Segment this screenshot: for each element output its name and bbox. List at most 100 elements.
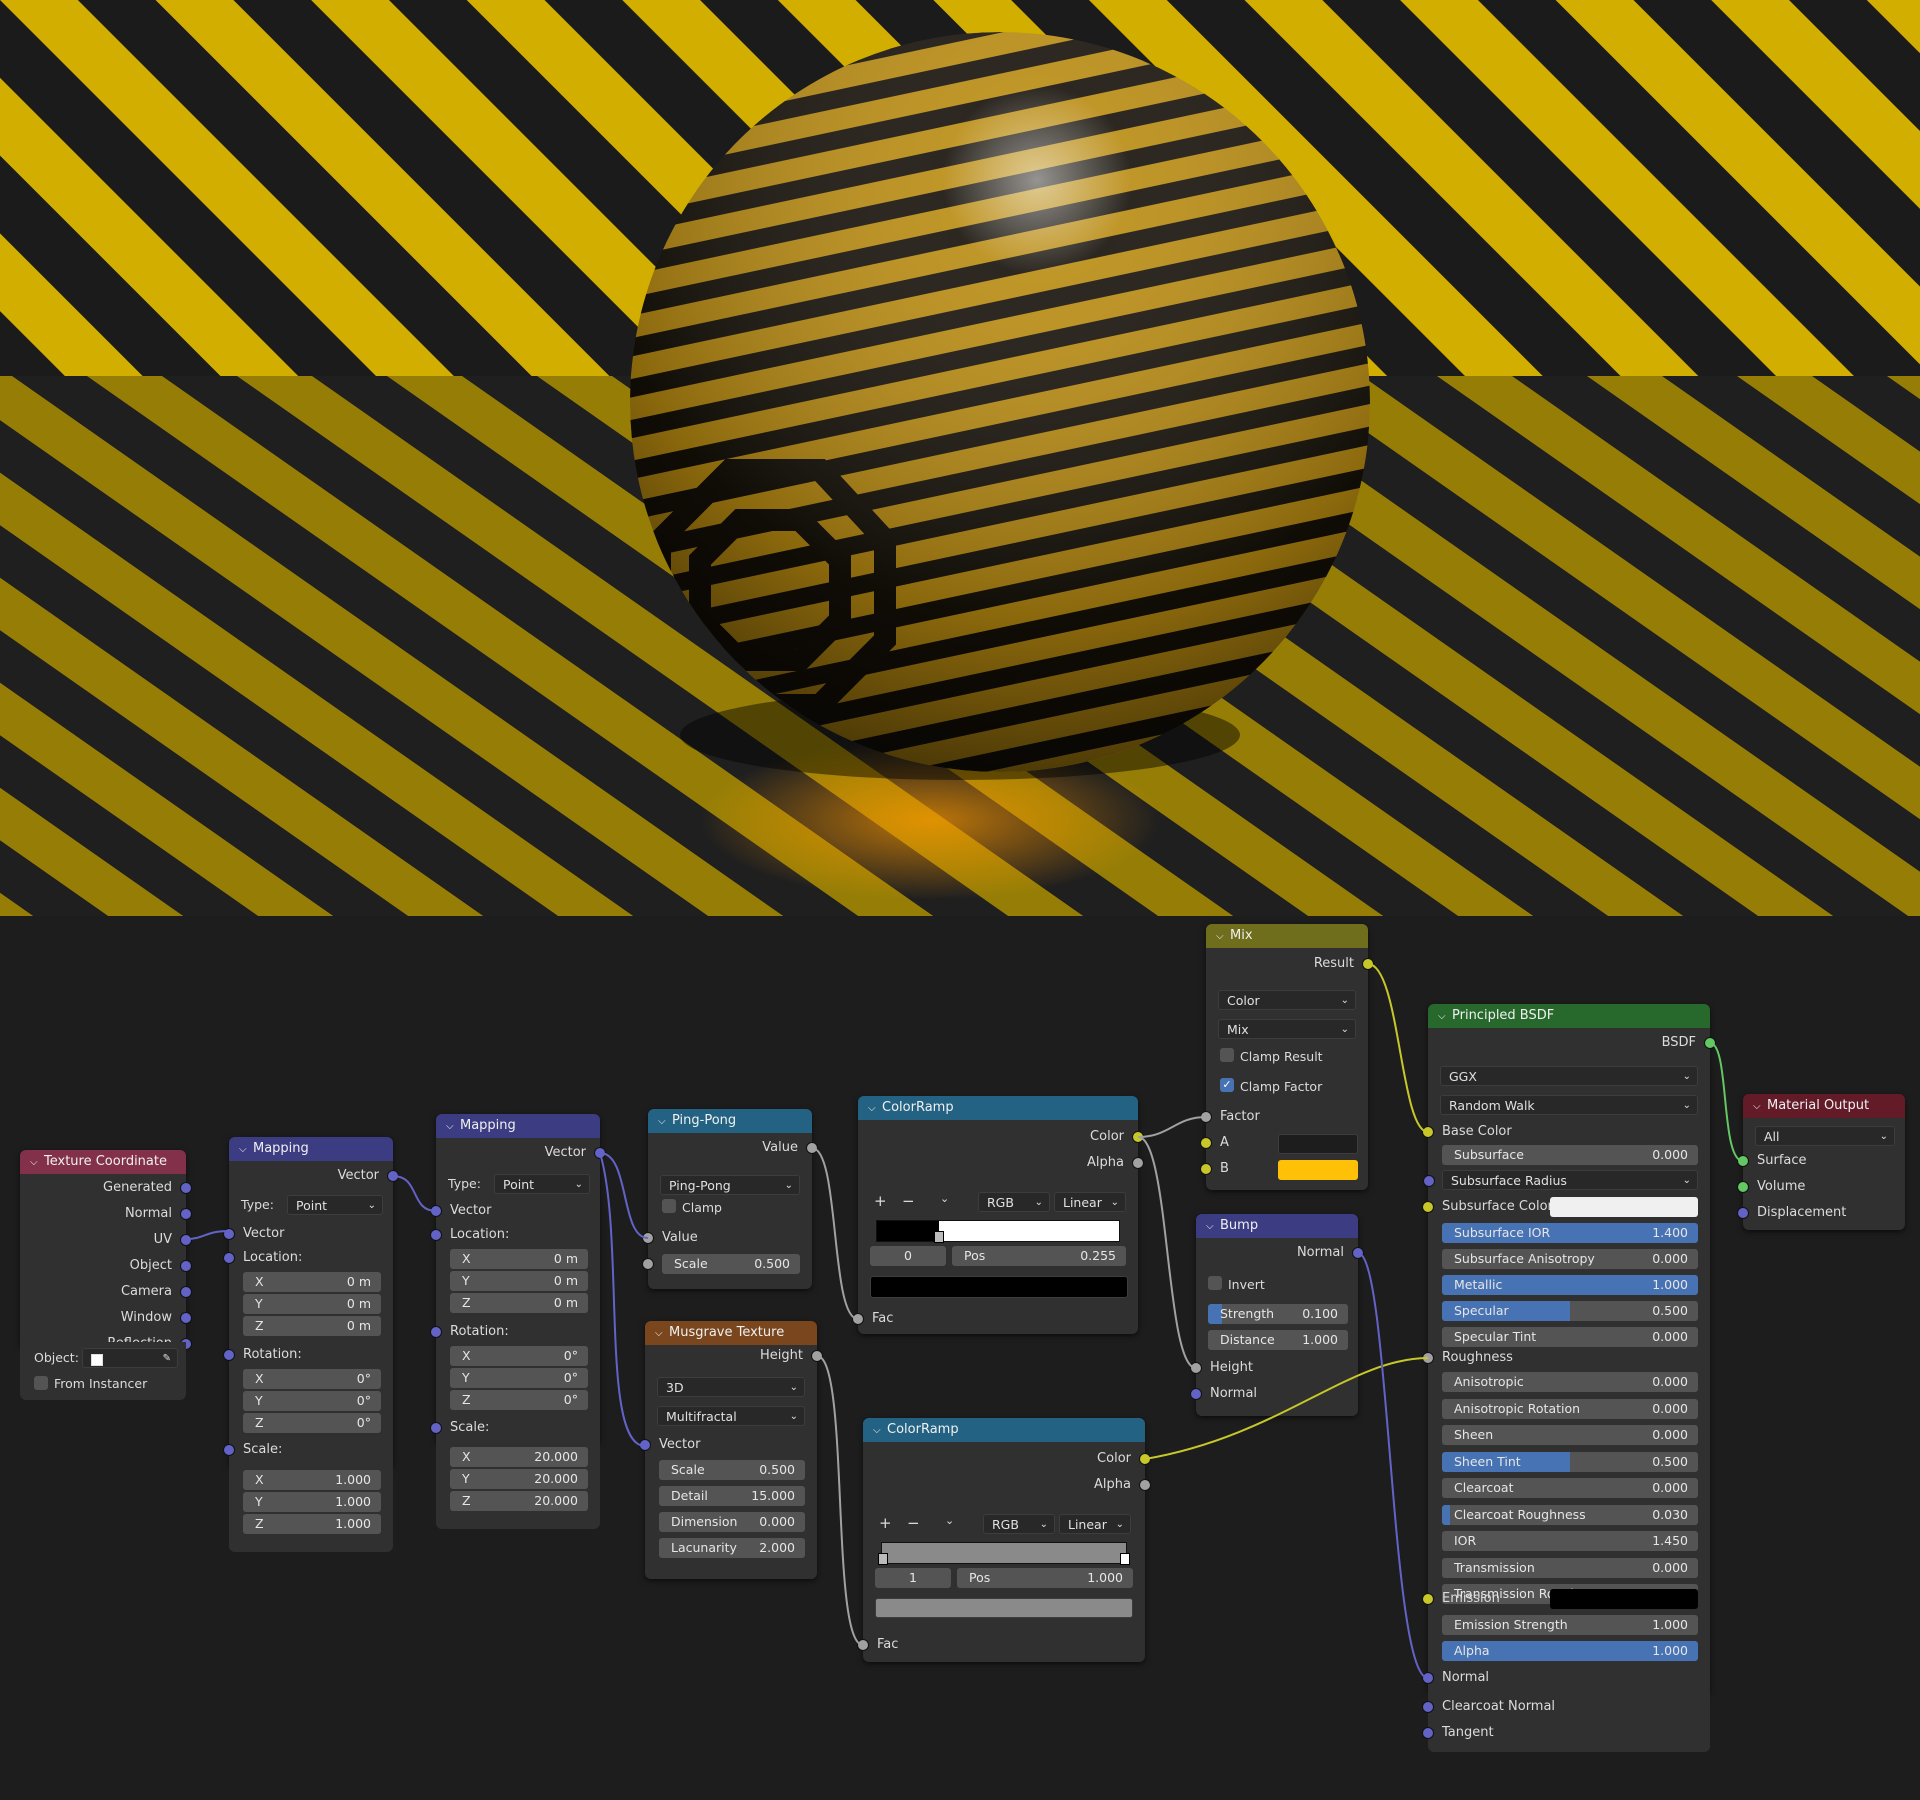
color-mode-dropdown[interactable]: RGB ⌄ bbox=[983, 1514, 1055, 1534]
socket-normal[interactable]: Normal bbox=[20, 1203, 192, 1225]
metallic-field[interactable]: Metallic 1.000 bbox=[1442, 1275, 1698, 1295]
socket-bsdf-out[interactable]: BSDF bbox=[1428, 1032, 1716, 1054]
socket-dot[interactable] bbox=[1362, 958, 1374, 970]
node-header[interactable]: ⌵ Material Output bbox=[1743, 1094, 1905, 1118]
socket-color-out[interactable]: Color bbox=[863, 1448, 1151, 1470]
alpha-field[interactable]: Alpha 1.000 bbox=[1442, 1641, 1698, 1661]
node-header[interactable]: ⌵ ColorRamp bbox=[858, 1096, 1138, 1120]
socket-dot[interactable] bbox=[430, 1326, 442, 1338]
sheen-field[interactable]: Sheen 0.000 bbox=[1442, 1425, 1698, 1445]
socket-dot[interactable] bbox=[180, 1312, 192, 1324]
socket-dot[interactable] bbox=[642, 1232, 654, 1244]
node-colorramp-1[interactable]: ⌵ ColorRamp Color Alpha + − ⌄ RGB ⌄ Linear… bbox=[852, 1096, 1144, 1334]
socket-dot[interactable] bbox=[1200, 1137, 1212, 1149]
collapse-icon[interactable]: ⌵ bbox=[446, 1115, 460, 1138]
socket-volume[interactable]: Volume bbox=[1737, 1176, 1905, 1198]
node-header[interactable]: ⌵ Texture Coordinate bbox=[20, 1150, 186, 1174]
socket-dot[interactable] bbox=[223, 1444, 235, 1456]
socket-dot[interactable] bbox=[1352, 1247, 1364, 1259]
ramp-menu-icon[interactable]: ⌄ bbox=[940, 1192, 949, 1205]
interpolation-dropdown[interactable]: Linear ⌄ bbox=[1054, 1192, 1126, 1212]
socket-dot[interactable] bbox=[1422, 1672, 1434, 1684]
collapse-icon[interactable]: ⌵ bbox=[658, 1110, 672, 1133]
color-a-swatch[interactable] bbox=[1278, 1134, 1358, 1154]
socket-vector-in[interactable]: Vector bbox=[223, 1223, 393, 1245]
subsurface-anisotropy-field[interactable]: Subsurface Anisotropy 0.000 bbox=[1442, 1249, 1698, 1269]
distribution-dropdown[interactable]: GGX ⌄ bbox=[1440, 1066, 1698, 1086]
specular-field[interactable]: Specular 0.500 bbox=[1442, 1301, 1698, 1321]
node-colorramp-2[interactable]: ⌵ ColorRamp Color Alpha + − ⌄ RGB ⌄ Linear… bbox=[857, 1418, 1151, 1662]
socket-dot[interactable] bbox=[1737, 1207, 1749, 1219]
socket-color-out[interactable]: Color bbox=[858, 1126, 1144, 1148]
scale-z[interactable]: Z 20.000 bbox=[450, 1491, 588, 1511]
dimension-field[interactable]: Dimension 0.000 bbox=[659, 1512, 805, 1532]
specular-tint-field[interactable]: Specular Tint 0.000 bbox=[1442, 1327, 1698, 1347]
socket-dot[interactable] bbox=[180, 1286, 192, 1298]
socket-dot[interactable] bbox=[180, 1260, 192, 1272]
socket-dot[interactable] bbox=[1139, 1479, 1151, 1491]
node-musgrave-texture[interactable]: ⌵ Musgrave Texture Height 3D ⌄ Multifracta… bbox=[639, 1321, 823, 1579]
clearcoat-roughness-field[interactable]: Clearcoat Roughness 0.030 bbox=[1442, 1504, 1698, 1525]
transmission-field[interactable]: Transmission 0.000 bbox=[1442, 1557, 1698, 1578]
emission-strength-field[interactable]: Emission Strength 1.000 bbox=[1442, 1615, 1698, 1635]
rotation-z[interactable]: Z 0° bbox=[243, 1413, 381, 1433]
type-dropdown[interactable]: Point ⌄ bbox=[494, 1174, 590, 1194]
node-header[interactable]: ⌵ ColorRamp bbox=[863, 1418, 1145, 1442]
remove-stop-button[interactable]: − bbox=[907, 1514, 920, 1532]
remove-stop-button[interactable]: − bbox=[902, 1192, 915, 1210]
rotation-z[interactable]: Z 0° bbox=[450, 1390, 588, 1410]
stop-color-swatch[interactable] bbox=[875, 1598, 1133, 1618]
socket-dot[interactable] bbox=[223, 1349, 235, 1361]
socket-normal[interactable]: Normal bbox=[1422, 1667, 1710, 1689]
socket-dot[interactable] bbox=[639, 1439, 651, 1451]
socket-normal-out[interactable]: Normal bbox=[1196, 1242, 1364, 1264]
socket-base-color[interactable]: Base Color bbox=[1422, 1121, 1710, 1143]
socket-height-out[interactable]: Height bbox=[645, 1345, 823, 1367]
socket-dot[interactable] bbox=[1422, 1727, 1434, 1739]
socket-dot[interactable] bbox=[180, 1234, 192, 1246]
add-stop-button[interactable]: + bbox=[874, 1192, 887, 1210]
socket-dot[interactable] bbox=[1139, 1453, 1151, 1465]
socket-roughness[interactable]: Roughness bbox=[1422, 1347, 1710, 1369]
socket-dot[interactable] bbox=[1422, 1201, 1434, 1213]
socket-dot[interactable] bbox=[180, 1182, 192, 1194]
collapse-icon[interactable]: ⌵ bbox=[1753, 1095, 1767, 1118]
socket-location[interactable]: Location: bbox=[430, 1224, 600, 1246]
socket-dot[interactable] bbox=[1200, 1111, 1212, 1123]
clearcoat-field[interactable]: Clearcoat 0.000 bbox=[1442, 1478, 1698, 1498]
socket-factor-in[interactable]: Factor bbox=[1200, 1106, 1368, 1128]
socket-surface[interactable]: Surface bbox=[1737, 1150, 1905, 1172]
stop-index-field[interactable]: 1 bbox=[875, 1568, 951, 1588]
scale-z[interactable]: Z 1.000 bbox=[243, 1514, 381, 1534]
socket-dot[interactable] bbox=[387, 1170, 399, 1182]
operation-dropdown[interactable]: Ping-Pong ⌄ bbox=[660, 1175, 800, 1195]
socket-dot[interactable] bbox=[857, 1639, 869, 1651]
collapse-icon[interactable]: ⌵ bbox=[868, 1097, 882, 1120]
socket-dot[interactable] bbox=[1422, 1352, 1434, 1364]
node-mapping-2[interactable]: ⌵ Mapping Vector Type: Point ⌄ Vector Loca… bbox=[430, 1114, 606, 1444]
color-ramp-gradient[interactable] bbox=[876, 1220, 1120, 1243]
socket-vector-out[interactable]: Vector bbox=[436, 1142, 606, 1164]
socket-dot[interactable] bbox=[642, 1258, 654, 1270]
add-stop-button[interactable]: + bbox=[879, 1514, 892, 1532]
color-stop-handle[interactable] bbox=[878, 1553, 888, 1565]
collapse-icon[interactable]: ⌵ bbox=[873, 1419, 887, 1442]
socket-dot[interactable] bbox=[852, 1313, 864, 1325]
invert-checkbox[interactable] bbox=[1208, 1276, 1222, 1290]
dimension-dropdown[interactable]: 3D ⌄ bbox=[657, 1377, 805, 1397]
object-picker[interactable]: ✎ bbox=[82, 1348, 178, 1368]
socket-result-out[interactable]: Result bbox=[1206, 953, 1374, 975]
socket-dot[interactable] bbox=[1422, 1593, 1434, 1605]
clamp-result-checkbox[interactable] bbox=[1220, 1048, 1234, 1062]
socket-scale[interactable]: Scale: bbox=[430, 1417, 600, 1439]
location-x[interactable]: X 0 m bbox=[450, 1249, 588, 1269]
collapse-icon[interactable]: ⌵ bbox=[1216, 925, 1230, 948]
node-header[interactable]: ⌵ Ping-Pong bbox=[648, 1109, 812, 1133]
socket-window[interactable]: Window bbox=[20, 1307, 192, 1329]
socket-dot[interactable] bbox=[594, 1147, 606, 1159]
socket-normal-in[interactable]: Normal bbox=[1190, 1383, 1358, 1405]
scale-y[interactable]: Y 20.000 bbox=[450, 1469, 588, 1489]
socket-generated[interactable]: Generated bbox=[20, 1177, 192, 1199]
location-x[interactable]: X 0 m bbox=[243, 1272, 381, 1292]
socket-value-in[interactable]: Value bbox=[642, 1227, 812, 1249]
